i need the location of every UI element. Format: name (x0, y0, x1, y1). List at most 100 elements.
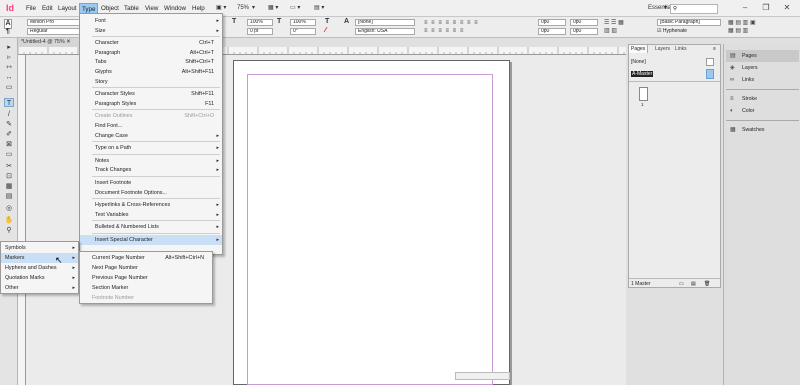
hyphenate-checkbox[interactable]: ☑ Hyphenate (657, 27, 721, 35)
tab-layers[interactable]: Layers (653, 45, 672, 53)
space-after-field[interactable]: 0p0 (570, 28, 598, 35)
type-menu-item-hyperlinks-cross-references[interactable]: Hyperlinks & Cross-References ▸ (80, 200, 222, 210)
arrange-docs-icon[interactable]: ▤ ▾ (314, 3, 324, 14)
kerning-field[interactable]: 0 pt (247, 28, 273, 35)
special-char-item-symbols[interactable]: Symbols ▸ (1, 243, 78, 253)
dock-layers[interactable]: ◈ Layers (726, 62, 799, 74)
font-style-field[interactable]: Regular (27, 28, 81, 35)
note-tool-icon[interactable]: ◎ (4, 204, 14, 213)
gradient-tool-icon[interactable]: ▦ (4, 182, 14, 191)
menu-file[interactable]: File (24, 3, 38, 14)
special-char-item-other[interactable]: Other ▸ (1, 283, 78, 293)
dock-pages[interactable]: ▤ Pages (726, 50, 799, 62)
delete-page-icon[interactable]: 🗑 (704, 279, 710, 289)
dock-color[interactable]: ◐ Color (726, 105, 799, 117)
hand-tool-icon[interactable]: ✋ (4, 216, 14, 225)
page-size-icon[interactable]: ▭ (679, 279, 684, 289)
markers-item-previous-page-number[interactable]: Previous Page Number (80, 273, 212, 283)
type-menu-item-bulleted-numbered-lists[interactable]: Bulleted & Numbered Lists ▸ (80, 222, 222, 232)
markers-item-current-page-number[interactable]: Current Page Number Alt+Shift+Ctrl+N (80, 253, 212, 263)
panel-menu-icon[interactable]: ≡ (713, 45, 716, 53)
type-menu-item-character[interactable]: Character Ctrl+T (80, 38, 222, 48)
type-menu-item-notes[interactable]: Notes ▸ (80, 156, 222, 166)
type-menu-item-document-footnote-options[interactable]: Document Footnote Options... (80, 188, 222, 198)
zoom-tool-icon[interactable]: ⚲ (4, 226, 14, 235)
type-menu-item-character-styles[interactable]: Character Styles Shift+F11 (80, 89, 222, 99)
content-collector-icon[interactable]: ▭ (4, 83, 14, 92)
menu-edit[interactable]: Edit (40, 3, 55, 14)
document-tab[interactable]: *Untitled-4 @ 75% ✕ (18, 38, 88, 47)
restore-button[interactable]: ❐ (756, 2, 776, 14)
rectangle-tool-icon[interactable]: ▭ (4, 150, 14, 159)
horizontal-scrollbar[interactable] (455, 372, 510, 380)
type-menu-item-font[interactable]: Font ▸ (80, 16, 222, 26)
close-tab-icon[interactable]: ✕ (66, 39, 70, 45)
tab-links[interactable]: Links (673, 45, 689, 53)
paragraph-style-field[interactable]: [Basic Paragraph] (657, 19, 721, 26)
type-menu-item-insert-special-character[interactable]: Insert Special Character ▸ (80, 235, 222, 245)
workspace-dropdown-icon[interactable]: ▾ (664, 3, 667, 14)
type-menu-item-type-on-a-path[interactable]: Type on a Path ▸ (80, 143, 222, 153)
markers-item-section-marker[interactable]: Section Marker (80, 283, 212, 293)
new-page-icon[interactable]: ▤ (691, 279, 696, 289)
tab-pages[interactable]: Pages (629, 45, 649, 53)
space-before-field[interactable]: 0p0 (570, 19, 598, 26)
language-field[interactable]: English: USA (355, 28, 415, 35)
type-menu-item-track-changes[interactable]: Track Changes ▸ (80, 165, 222, 175)
type-menu-item-story[interactable]: Story (80, 77, 222, 87)
page-1-thumbnail[interactable] (639, 87, 648, 101)
type-tool-icon[interactable]: T (4, 98, 14, 107)
direct-selection-tool-icon[interactable]: ▹ (4, 53, 14, 62)
type-menu-item-find-font[interactable]: Find Font... (80, 121, 222, 131)
type-menu-item-tabs[interactable]: Tabs Shift+Ctrl+T (80, 57, 222, 67)
screen-mode-icon[interactable]: ▭ ▾ (290, 3, 300, 14)
font-family-field[interactable]: Minion Pro (27, 19, 81, 26)
list-buttons[interactable]: ☰ ☰ ▦ ▥ ▥ (604, 19, 644, 35)
zoom-level[interactable]: 75% (237, 3, 249, 14)
type-menu-item-insert-footnote[interactable]: Insert Footnote (80, 178, 222, 188)
panel-options[interactable]: ▦ ▤ ▥ ▣ ▦ ▤ ▥ (728, 19, 796, 35)
stroke-color-icon[interactable]: ⁄ (325, 27, 326, 35)
free-transform-tool-icon[interactable]: ⊡ (4, 172, 14, 181)
pen-tool-icon[interactable]: ✎ (4, 120, 14, 129)
dock-links[interactable]: ∞ Links (726, 74, 799, 86)
vertical-ruler[interactable] (18, 55, 26, 385)
none-master-thumb[interactable] (706, 58, 714, 66)
search-input[interactable]: ⚲ (670, 4, 718, 14)
markers-item-next-page-number[interactable]: Next Page Number (80, 263, 212, 273)
skew-field[interactable]: 0° (290, 28, 316, 35)
scale-v-field[interactable]: 100% (290, 19, 316, 26)
type-menu-item-text-variables[interactable]: Text Variables ▸ (80, 210, 222, 220)
alignment-buttons[interactable]: ≡ ≡ ≡ ≡ ≡ ≡ ≡ ≡ ≡ ≡ ≡ ≡ ≡ ≡ (424, 19, 542, 35)
right-indent-field[interactable]: 0p0 (538, 28, 566, 35)
special-char-item-quotation-marks[interactable]: Quotation Marks ▸ (1, 273, 78, 283)
type-menu-item-glyphs[interactable]: Glyphs Alt+Shift+F11 (80, 67, 222, 77)
page-tool-icon[interactable]: ⇿ (4, 63, 14, 72)
zoom-dropdown-icon[interactable]: ▾ (252, 3, 255, 14)
special-char-item-markers[interactable]: Markers ▸ (1, 253, 78, 263)
gradient-feather-tool-icon[interactable]: ▤ (4, 192, 14, 201)
menu-layout[interactable]: Layout (56, 3, 79, 14)
type-menu-item-paragraph-styles[interactable]: Paragraph Styles F11 (80, 99, 222, 109)
dock-swatches[interactable]: ▦ Swatches (726, 124, 799, 136)
gap-tool-icon[interactable]: ↔ (4, 73, 14, 82)
selection-tool-icon[interactable]: ▸ (4, 43, 14, 52)
fill-color-icon[interactable]: T (325, 18, 329, 26)
type-menu-item-size[interactable]: Size ▸ (80, 26, 222, 36)
rectangle-frame-tool-icon[interactable]: ⊠ (4, 140, 14, 149)
dock-stroke[interactable]: ≡ Stroke (726, 93, 799, 105)
line-tool-icon[interactable]: / (4, 110, 14, 119)
scissors-tool-icon[interactable]: ✂ (4, 162, 14, 171)
pencil-tool-icon[interactable]: ✐ (4, 130, 14, 139)
left-indent-field[interactable]: 0p0 (538, 19, 566, 26)
view-options-icon[interactable]: ▦ ▾ (268, 3, 278, 14)
type-menu-item-change-case[interactable]: Change Case ▸ (80, 131, 222, 141)
a-master-row[interactable]: A-Master (631, 69, 719, 79)
char-style-field[interactable]: [None] (355, 19, 415, 26)
minimize-button[interactable]: – (735, 2, 755, 14)
scale-h-field[interactable]: 100% (247, 19, 273, 26)
none-master-row[interactable]: [None] (631, 57, 719, 67)
a-master-thumb[interactable] (706, 69, 714, 79)
close-button[interactable]: ✕ (777, 2, 797, 14)
special-char-item-hyphens-and-dashes[interactable]: Hyphens and Dashes ▸ (1, 263, 78, 273)
